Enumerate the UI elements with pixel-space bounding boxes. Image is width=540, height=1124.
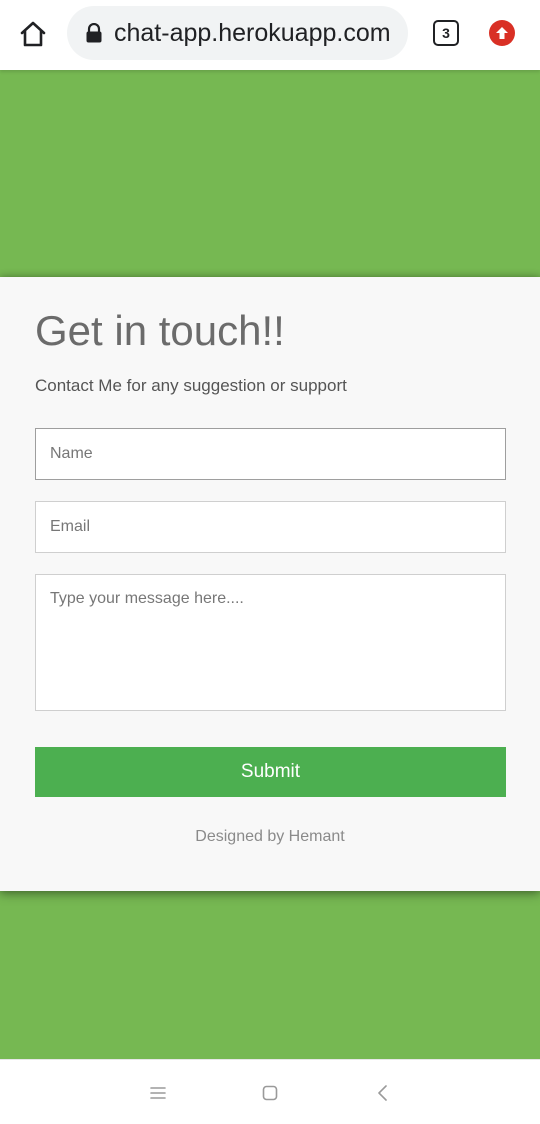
home-button[interactable] [16, 17, 50, 51]
credit-text: Designed by Hemant [195, 828, 345, 845]
update-arrow-icon [496, 27, 508, 39]
menu-icon[interactable] [147, 1082, 169, 1104]
tab-switcher-button[interactable]: 3 [433, 20, 459, 46]
home-square-icon[interactable] [259, 1082, 281, 1104]
back-chevron-icon[interactable] [372, 1082, 394, 1104]
email-input[interactable] [35, 501, 506, 553]
contact-card: Get in touch!! Contact Me for any sugges… [0, 277, 540, 891]
update-button[interactable] [489, 20, 515, 46]
page-subtitle: Contact Me for any suggestion or support [35, 376, 347, 395]
system-nav-bar [0, 1059, 540, 1124]
home-icon [20, 21, 46, 47]
page-title: Get in touch!! [35, 307, 285, 354]
name-input[interactable] [35, 428, 506, 480]
page-background-bottom [0, 886, 540, 1059]
message-textarea[interactable] [35, 574, 506, 711]
tab-count: 3 [442, 25, 450, 41]
submit-button[interactable]: Submit [35, 747, 506, 797]
url-text: chat-app.herokuapp.com [114, 19, 391, 47]
address-bar[interactable]: chat-app.herokuapp.com [67, 6, 408, 60]
browser-toolbar: chat-app.herokuapp.com 3 [0, 0, 540, 70]
lock-icon [86, 23, 102, 43]
page-background-top [0, 70, 540, 280]
